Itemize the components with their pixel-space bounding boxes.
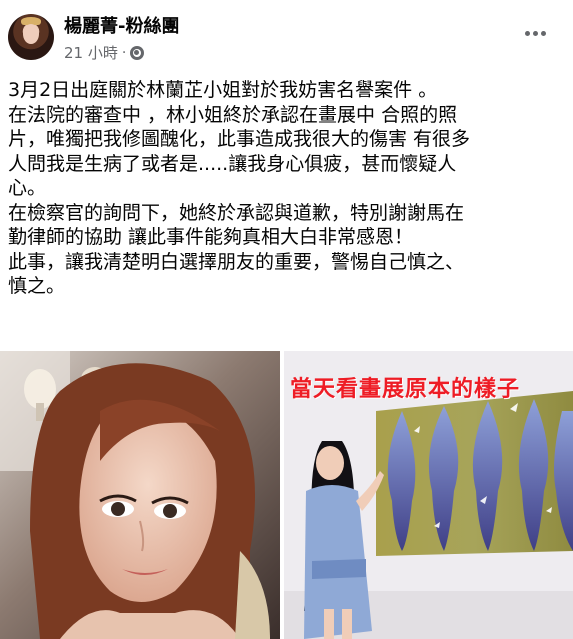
post-line-8: 此事，讓我清楚明白選擇朋友的重要，警惕自己慎之、 [8, 250, 465, 273]
meta-separator: · [121, 44, 127, 61]
more-icon-dot-1 [524, 30, 530, 36]
post-header: 楊麗菁-粉絲團 21 小時 · [0, 0, 573, 70]
photo-caption: 當天看畫展原本的樣子 [290, 377, 521, 402]
page-name-link[interactable]: 楊麗菁-粉絲團 [64, 12, 179, 38]
post-line-2: 在法院的審查中 ，林小姐終於承認在畫展中 合照的照 [8, 103, 458, 126]
globe-icon[interactable] [130, 45, 145, 60]
portrait-image [0, 351, 280, 639]
post-line-1: 3月2日出庭關於林蘭芷小姐對於我妨害名譽案件 。 [8, 79, 438, 101]
post-time-link[interactable]: 21 小時 [64, 42, 118, 63]
post-line-6: 在檢察官的詢問下，她終於承認與道歉，特別謝謝馬在 [8, 201, 465, 224]
post-line-5: 心。 [8, 177, 47, 199]
post-photo-gallery[interactable]: 當天看畫展原本的樣子 [284, 351, 573, 639]
more-icon-dot-3 [540, 30, 546, 36]
post-meta: 21 小時 · [64, 42, 145, 63]
post-line-4: 人問我是生病了或者是.....讓我身心俱疲，甚而懷疑人 [8, 152, 457, 175]
more-options-button[interactable] [520, 22, 550, 44]
avatar-face [23, 24, 39, 44]
avatar[interactable] [8, 14, 54, 60]
post-line-3: 片，唯獨把我修圖醜化，此事造成我很大的傷害 有很多 [8, 128, 471, 150]
post-line-7: 勤律師的協助 讓此事件能夠真相大白非常感恩！ [8, 226, 414, 248]
post-line-9: 慎之。 [8, 275, 66, 297]
post-message: 3月2日出庭關於林蘭芷小姐對於我妨害名譽案件 。 在法院的審查中 ，林小姐終於承… [8, 78, 564, 299]
post-photo-portrait[interactable] [0, 351, 280, 639]
more-icon-dot-2 [532, 30, 538, 36]
